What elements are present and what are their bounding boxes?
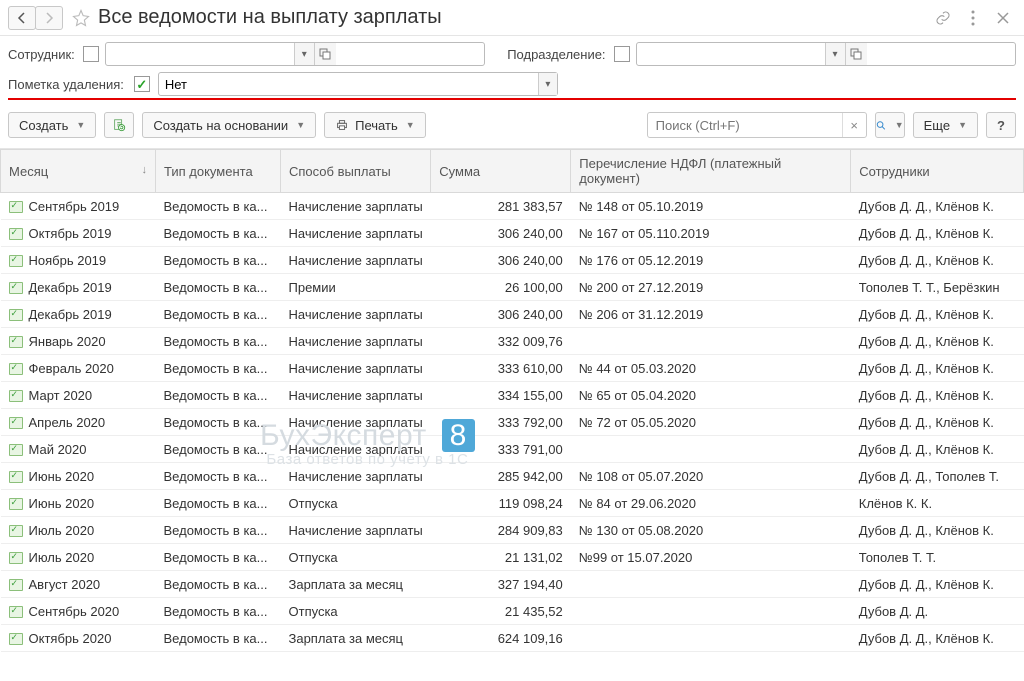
document-status-icon — [9, 552, 23, 564]
document-status-icon — [9, 606, 23, 618]
document-status-icon — [9, 336, 23, 348]
link-icon[interactable] — [930, 5, 956, 31]
employee-filter-combo[interactable]: ▾ — [105, 42, 485, 66]
table-row[interactable]: Апрель 2020Ведомость в ка...Начисление з… — [1, 409, 1024, 436]
document-status-icon — [9, 579, 23, 591]
department-filter-combo[interactable]: ▾ — [636, 42, 1016, 66]
document-status-icon — [9, 228, 23, 240]
nav-back-button[interactable] — [8, 6, 36, 30]
table-row[interactable]: Май 2020Ведомость в ка...Начисление зарп… — [1, 436, 1024, 463]
col-month-header[interactable]: Месяц ↓ — [1, 150, 156, 193]
refresh-button[interactable] — [104, 112, 134, 138]
department-filter-input[interactable] — [637, 43, 825, 65]
col-employees-header[interactable]: Сотрудники — [851, 150, 1024, 193]
deletion-mark-input[interactable] — [159, 73, 538, 95]
table-row[interactable]: Декабрь 2019Ведомость в ка...Премии26 10… — [1, 274, 1024, 301]
deletion-mark-combo[interactable]: ▾ — [158, 72, 558, 96]
close-icon[interactable] — [990, 5, 1016, 31]
search-input[interactable] — [648, 113, 842, 137]
create-based-on-button[interactable]: Создать на основании ▼ — [142, 112, 316, 138]
print-button-label: Печать — [355, 118, 398, 133]
document-status-icon — [9, 633, 23, 645]
deletion-mark-dropdown-icon[interactable]: ▾ — [538, 73, 557, 95]
department-filter-checkbox[interactable] — [614, 46, 630, 62]
search-dropdown-button[interactable]: ▼ — [875, 112, 905, 138]
more-button[interactable]: Еще ▼ — [913, 112, 978, 138]
deletion-mark-checkbox[interactable] — [134, 76, 150, 92]
table-row[interactable]: Сентябрь 2019Ведомость в ка...Начисление… — [1, 193, 1024, 220]
search-box[interactable]: × — [647, 112, 867, 138]
favorite-star-icon[interactable] — [70, 7, 92, 29]
document-status-icon — [9, 498, 23, 510]
col-doctype-header[interactable]: Тип документа — [156, 150, 281, 193]
department-filter-open-icon[interactable] — [845, 43, 867, 65]
search-icon — [876, 119, 886, 132]
document-refresh-icon — [112, 118, 126, 132]
document-status-icon — [9, 525, 23, 537]
document-status-icon — [9, 390, 23, 402]
nav-forward-button[interactable] — [35, 6, 63, 30]
document-status-icon — [9, 309, 23, 321]
chevron-down-icon: ▼ — [296, 120, 305, 130]
help-icon: ? — [997, 118, 1005, 133]
employee-filter-dropdown-icon[interactable]: ▾ — [294, 43, 314, 65]
department-filter-dropdown-icon[interactable]: ▾ — [825, 43, 845, 65]
table-row[interactable]: Июнь 2020Ведомость в ка...Отпуска119 098… — [1, 490, 1024, 517]
help-button[interactable]: ? — [986, 112, 1016, 138]
kebab-menu-icon[interactable] — [960, 5, 986, 31]
document-status-icon — [9, 444, 23, 456]
search-clear-icon[interactable]: × — [842, 113, 866, 137]
table-row[interactable]: Октябрь 2020Ведомость в ка...Зарплата за… — [1, 625, 1024, 652]
table-row[interactable]: Июль 2020Ведомость в ка...Отпуска21 131,… — [1, 544, 1024, 571]
table-row[interactable]: Июнь 2020Ведомость в ка...Начисление зар… — [1, 463, 1024, 490]
department-filter-label: Подразделение: — [507, 47, 605, 62]
employee-filter-input[interactable] — [106, 43, 294, 65]
col-ndfl-header[interactable]: Перечисление НДФЛ (платежный документ) — [571, 150, 851, 193]
table-row[interactable]: Январь 2020Ведомость в ка...Начисление з… — [1, 328, 1024, 355]
table-row[interactable]: Февраль 2020Ведомость в ка...Начисление … — [1, 355, 1024, 382]
print-button[interactable]: Печать ▼ — [324, 112, 426, 138]
create-based-on-label: Создать на основании — [153, 118, 288, 133]
employee-filter-open-icon[interactable] — [314, 43, 336, 65]
table-row[interactable]: Сентябрь 2020Ведомость в ка...Отпуска21 … — [1, 598, 1024, 625]
employee-filter-checkbox[interactable] — [83, 46, 99, 62]
chevron-down-icon: ▼ — [76, 120, 85, 130]
table-row[interactable]: Декабрь 2019Ведомость в ка...Начисление … — [1, 301, 1024, 328]
create-button[interactable]: Создать ▼ — [8, 112, 96, 138]
sort-indicator-icon: ↓ — [142, 164, 148, 176]
table-row[interactable]: Август 2020Ведомость в ка...Зарплата за … — [1, 571, 1024, 598]
printer-icon — [335, 118, 349, 132]
deletion-mark-label: Пометка удаления: — [8, 77, 124, 92]
create-button-label: Создать — [19, 118, 68, 133]
col-sum-header[interactable]: Сумма — [431, 150, 571, 193]
chevron-down-icon: ▼ — [895, 120, 904, 130]
document-status-icon — [9, 255, 23, 267]
chevron-down-icon: ▼ — [406, 120, 415, 130]
document-status-icon — [9, 282, 23, 294]
table-row[interactable]: Октябрь 2019Ведомость в ка...Начисление … — [1, 220, 1024, 247]
table-row[interactable]: Июль 2020Ведомость в ка...Начисление зар… — [1, 517, 1024, 544]
more-button-label: Еще — [924, 118, 950, 133]
table-row[interactable]: Ноябрь 2019Ведомость в ка...Начисление з… — [1, 247, 1024, 274]
document-status-icon — [9, 363, 23, 375]
document-status-icon — [9, 201, 23, 213]
document-status-icon — [9, 417, 23, 429]
page-title: Все ведомости на выплату зарплаты — [98, 6, 926, 29]
table-row[interactable]: Март 2020Ведомость в ка...Начисление зар… — [1, 382, 1024, 409]
employee-filter-label: Сотрудник: — [8, 47, 75, 62]
chevron-down-icon: ▼ — [958, 120, 967, 130]
col-paymethod-header[interactable]: Способ выплаты — [281, 150, 431, 193]
document-status-icon — [9, 471, 23, 483]
